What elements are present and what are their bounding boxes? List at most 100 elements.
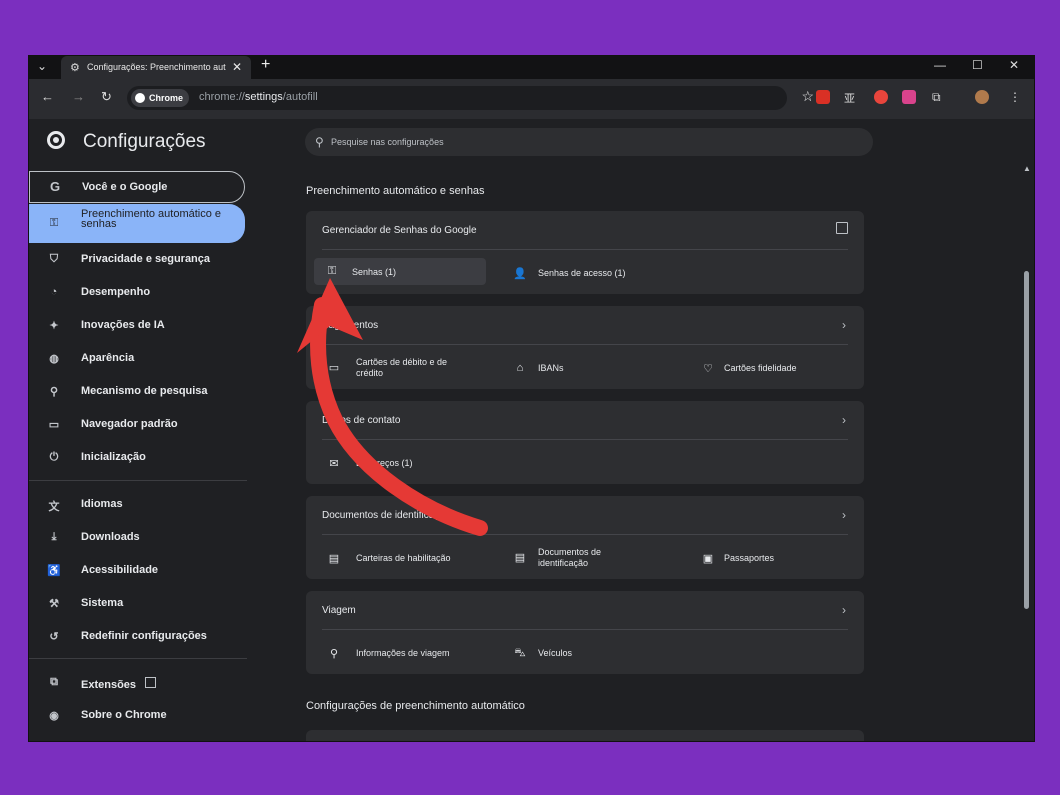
sidebar-item-label: Preenchimento automático e senhas bbox=[81, 208, 222, 230]
addresses-link[interactable]: ✉ Endereços (1) bbox=[326, 457, 476, 477]
sidebar-item-ai[interactable]: ✦ Inovações de IA bbox=[29, 310, 245, 342]
extension-pink-icon[interactable] bbox=[902, 90, 916, 104]
loyalty-cards-link[interactable]: ♡ Cartões fidelidade bbox=[700, 362, 850, 382]
sidebar-item-label: Mecanismo de pesquisa bbox=[81, 385, 208, 397]
autofill-settings-card bbox=[306, 730, 864, 741]
power-icon: ⏻ bbox=[49, 451, 59, 463]
browser-window: ⌄ ⚙ Configurações: Preenchimento aut ✕ +… bbox=[28, 55, 1035, 742]
sidebar-divider bbox=[29, 480, 247, 481]
item-label: IBANs bbox=[538, 363, 564, 373]
sidebar-item-languages[interactable]: 文 Idiomas bbox=[29, 489, 245, 521]
tab-close-button[interactable]: ✕ bbox=[232, 60, 242, 74]
new-tab-button[interactable]: + bbox=[261, 56, 270, 74]
sidebar-item-search-engine[interactable]: ⚲ Mecanismo de pesquisa bbox=[29, 376, 245, 408]
sidebar-item-system[interactable]: ⚒ Sistema bbox=[29, 588, 245, 620]
back-button[interactable]: ← bbox=[41, 89, 54, 104]
card-title[interactable]: Pagamentos bbox=[322, 320, 378, 331]
sidebar-item-label: Inicialização bbox=[81, 451, 146, 463]
item-label: Documentos de identificação bbox=[538, 547, 602, 568]
sidebar-item-label: Extensões bbox=[81, 677, 241, 691]
scroll-up-arrow-icon[interactable]: ▲ bbox=[1023, 164, 1031, 173]
address-bar[interactable]: Chrome chrome://settings/autofill ☆ bbox=[127, 86, 814, 110]
sidebar-item-label: Downloads bbox=[81, 531, 140, 543]
card-divider bbox=[322, 249, 848, 250]
tab-settings[interactable]: ⚙ Configurações: Preenchimento aut ✕ bbox=[61, 56, 251, 79]
sparkle-icon: ✦ bbox=[49, 320, 59, 332]
scrollbar-thumb[interactable] bbox=[1024, 271, 1029, 609]
sidebar-item-startup[interactable]: ⏻ Inicialização bbox=[29, 442, 245, 474]
id-card-icon: ▤ bbox=[328, 553, 340, 565]
item-label: Cartões fidelidade bbox=[724, 363, 797, 373]
sidebar-item-appearance[interactable]: ◍ Aparência bbox=[29, 343, 245, 375]
chrome-logo-icon: ◉ bbox=[49, 710, 59, 722]
item-label: Informações de viagem bbox=[356, 648, 450, 658]
sidebar-item-default-browser[interactable]: ▭ Navegador padrão bbox=[29, 409, 245, 441]
sidebar-item-label: Redefinir configurações bbox=[81, 630, 207, 642]
sidebar-item-extensions[interactable]: ⧉ Extensões bbox=[29, 667, 245, 699]
passkeys-link[interactable]: 👤 Senhas de acesso (1) bbox=[512, 267, 692, 287]
puzzle-icon: ⧉ bbox=[50, 676, 58, 688]
card-title[interactable]: Viagem bbox=[322, 605, 356, 616]
chrome-chip[interactable]: Chrome bbox=[131, 89, 190, 107]
minimize-button[interactable]: — bbox=[934, 58, 946, 72]
credit-card-icon: ▭ bbox=[328, 362, 340, 374]
travel-card: Viagem › ⚲ Informações de viagem ⛍ Veícu… bbox=[306, 591, 864, 674]
maximize-button[interactable]: ☐ bbox=[972, 58, 983, 72]
sidebar-item-voce-e-o-google[interactable]: G Você e o Google bbox=[29, 171, 245, 203]
browser-window-icon: ▭ bbox=[48, 419, 60, 431]
chevron-right-icon[interactable]: › bbox=[842, 413, 846, 427]
settings-main: Preenchimento automático e senhas Gerenc… bbox=[247, 167, 1007, 741]
extension-red-drop-icon[interactable] bbox=[874, 90, 888, 104]
translate-icon: 文 bbox=[48, 501, 60, 513]
sidebar-item-accessibility[interactable]: ♿ Acessibilidade bbox=[29, 555, 245, 587]
open-external-icon[interactable] bbox=[836, 222, 848, 234]
extensions-puzzle-icon[interactable]: ⧉ bbox=[932, 90, 946, 104]
drivers-licenses-link[interactable]: ▤ Carteiras de habilitação bbox=[326, 552, 486, 572]
sidebar-item-label: Sobre o Chrome bbox=[81, 709, 167, 721]
download-icon: ⤓ bbox=[51, 531, 57, 543]
extension-red-icon[interactable] bbox=[816, 90, 830, 104]
tag-icon: ♡ bbox=[703, 363, 713, 375]
vehicles-link[interactable]: ⛍ Veículos bbox=[512, 647, 662, 667]
avatar[interactable] bbox=[975, 90, 989, 104]
sidebar-item-performance[interactable]: ◔ Desempenho bbox=[29, 277, 245, 309]
chevron-right-icon[interactable]: › bbox=[842, 508, 846, 522]
section-title: Preenchimento automático e senhas bbox=[306, 185, 485, 197]
tab-title: Configurações: Preenchimento aut bbox=[87, 62, 226, 72]
cards-link[interactable]: ▭ Cartões de débito e de crédito bbox=[326, 356, 476, 380]
settings-header: Configurações ⚲ Pesquise nas configuraçõ… bbox=[29, 119, 1034, 167]
card-title[interactable]: Documentos de identificação bbox=[322, 510, 450, 521]
sidebar-item-label: Desempenho bbox=[81, 286, 151, 298]
sidebar-item-label: Sistema bbox=[81, 597, 124, 609]
window-close-button[interactable]: ✕ bbox=[1009, 58, 1019, 72]
google-g-icon: G bbox=[49, 179, 61, 194]
item-label: Senhas de acesso (1) bbox=[538, 268, 626, 278]
travel-info-link[interactable]: ⚲ Informações de viagem bbox=[326, 647, 486, 667]
chevron-right-icon[interactable]: › bbox=[842, 318, 846, 332]
item-label: Endereços (1) bbox=[356, 458, 413, 468]
passports-link[interactable]: ▣ Passaportes bbox=[700, 552, 850, 572]
sidebar-item-autofill[interactable]: ⚿ Preenchimento automático e senhas bbox=[29, 204, 245, 243]
chevron-right-icon[interactable]: › bbox=[842, 603, 846, 617]
bookmark-star-icon[interactable]: ☆ bbox=[801, 88, 814, 105]
passwords-link[interactable]: ⚿ Senhas (1) bbox=[314, 258, 486, 285]
shield-icon: ⛉ bbox=[49, 253, 59, 265]
tab-search-chevron-icon[interactable]: ⌄ bbox=[37, 59, 47, 73]
settings-sidebar: G Você e o Google ⚿ Preenchimento automá… bbox=[29, 167, 247, 741]
open-external-icon bbox=[145, 677, 157, 688]
sidebar-item-about[interactable]: ◉ Sobre o Chrome bbox=[29, 700, 245, 732]
sidebar-item-privacy[interactable]: ⛉ Privacidade e segurança bbox=[29, 244, 245, 276]
menu-kebab-icon[interactable]: ⋮ bbox=[1009, 90, 1023, 104]
payments-card: Pagamentos › ▭ Cartões de débito e de cr… bbox=[306, 306, 864, 389]
sidebar-item-downloads[interactable]: ⤓ Downloads bbox=[29, 522, 245, 554]
reload-button[interactable]: ↻ bbox=[101, 89, 112, 105]
card-divider bbox=[322, 629, 848, 630]
ibans-link[interactable]: ⌂ IBANs bbox=[512, 362, 662, 382]
card-title[interactable]: Dados de contato bbox=[322, 415, 400, 426]
card-title[interactable]: Gerenciador de Senhas do Google bbox=[322, 225, 477, 236]
forward-button[interactable]: → bbox=[72, 89, 85, 104]
id-documents-link[interactable]: ▤ Documentos de identificação bbox=[512, 546, 662, 570]
sidebar-item-reset[interactable]: ↺ Redefinir configurações bbox=[29, 621, 245, 653]
settings-search-input[interactable]: ⚲ Pesquise nas configurações bbox=[305, 128, 873, 156]
extension-translate-icon[interactable]: 亚 bbox=[844, 90, 858, 105]
